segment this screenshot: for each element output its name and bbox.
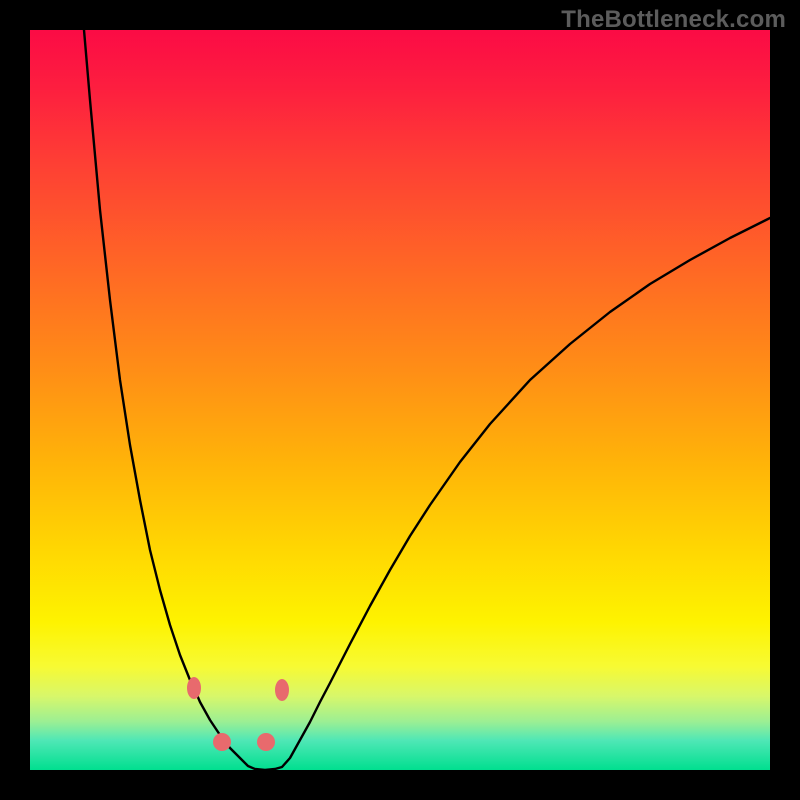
- bottleneck-curve: [84, 30, 770, 770]
- watermark-text: TheBottleneck.com: [561, 6, 786, 34]
- curve-svg: [30, 30, 770, 770]
- plot-area: [30, 30, 770, 770]
- curve-marker: [257, 733, 275, 751]
- curve-marker: [187, 677, 201, 699]
- curve-markers: [187, 677, 289, 751]
- curve-marker: [275, 679, 289, 701]
- curve-marker: [213, 733, 231, 751]
- chart-frame: TheBottleneck.com: [0, 0, 800, 800]
